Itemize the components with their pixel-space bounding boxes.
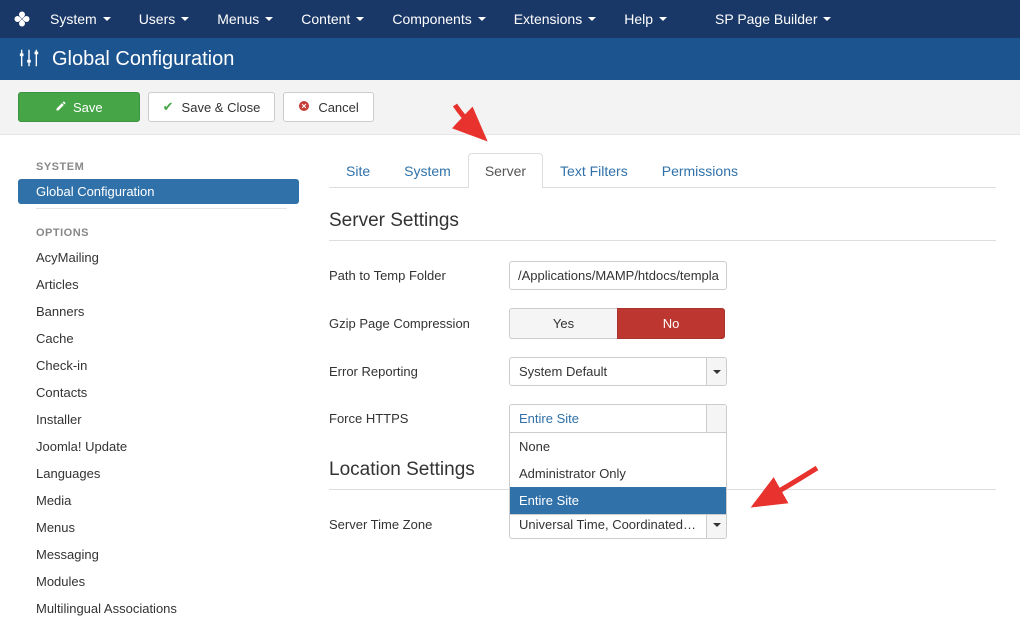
- content-area: SiteSystemServerText FiltersPermissions …: [305, 135, 1020, 643]
- topmenu-item-sp-page-builder[interactable]: SP Page Builder: [701, 0, 845, 38]
- caret-down-icon: [823, 17, 831, 21]
- cancel-button[interactable]: Cancel: [283, 92, 373, 122]
- error-reporting-value: System Default: [510, 358, 706, 385]
- topmenu-item-extensions[interactable]: Extensions: [500, 0, 610, 38]
- check-icon: ✔: [163, 99, 174, 115]
- caret-down-icon: [181, 17, 189, 21]
- sidebar-item-articles[interactable]: Articles: [18, 272, 299, 297]
- topmenu-item-help[interactable]: Help: [610, 0, 681, 38]
- sidebar-item-menus[interactable]: Menus: [18, 515, 299, 540]
- save-close-label: Save & Close: [182, 100, 261, 115]
- caret-down-icon: [588, 17, 596, 21]
- path-tmp-input[interactable]: /Applications/MAMP/htdocs/templa: [509, 261, 727, 290]
- force-https-option-entire-site[interactable]: Entire Site: [510, 487, 726, 514]
- topmenu-item-content[interactable]: Content: [287, 0, 378, 38]
- tab-permissions[interactable]: Permissions: [645, 153, 755, 188]
- caret-down-icon: [478, 17, 486, 21]
- save-label: Save: [73, 100, 103, 115]
- save-button[interactable]: Save: [18, 92, 140, 122]
- sidebar-divider: [36, 208, 287, 209]
- sidebar-item-languages[interactable]: Languages: [18, 461, 299, 486]
- topmenu-item-system[interactable]: System: [36, 0, 125, 38]
- path-tmp-label: Path to Temp Folder: [329, 268, 509, 283]
- sidebar-item-media[interactable]: Media: [18, 488, 299, 513]
- topmenu-item-users[interactable]: Users: [125, 0, 204, 38]
- sidebar-item-messaging[interactable]: Messaging: [18, 542, 299, 567]
- sidebar-heading-options: OPTIONS: [18, 219, 305, 245]
- apply-icon: [55, 100, 67, 115]
- sidebar-item-banners[interactable]: Banners: [18, 299, 299, 324]
- title-bar: Global Configuration: [0, 38, 1020, 80]
- sidebar-item-cache[interactable]: Cache: [18, 326, 299, 351]
- page-title: Global Configuration: [52, 48, 234, 71]
- save-close-button[interactable]: ✔ Save & Close: [148, 92, 276, 122]
- cancel-icon: [298, 100, 310, 115]
- sidebar: SYSTEM Global Configuration OPTIONS AcyM…: [0, 135, 305, 643]
- server-settings-heading: Server Settings: [329, 210, 996, 241]
- sidebar-item-installer[interactable]: Installer: [18, 407, 299, 432]
- gzip-yes[interactable]: Yes: [509, 308, 617, 339]
- force-https-dropdown: NoneAdministrator OnlyEntire Site: [509, 433, 727, 515]
- sidebar-item-acymailing[interactable]: AcyMailing: [18, 245, 299, 270]
- sidebar-item-global-configuration[interactable]: Global Configuration: [18, 179, 299, 204]
- gzip-label: Gzip Page Compression: [329, 316, 509, 331]
- force-https-label: Force HTTPS: [329, 411, 509, 426]
- force-https-value: Entire Site: [510, 405, 706, 432]
- sidebar-item-joomla-update[interactable]: Joomla! Update: [18, 434, 299, 459]
- sidebar-item-check-in[interactable]: Check-in: [18, 353, 299, 378]
- config-tabs: SiteSystemServerText FiltersPermissions: [329, 153, 996, 188]
- caret-down-icon: [265, 17, 273, 21]
- gzip-toggle[interactable]: Yes No: [509, 308, 725, 339]
- tab-server[interactable]: Server: [468, 153, 543, 188]
- sidebar-item-contacts[interactable]: Contacts: [18, 380, 299, 405]
- action-toolbar: Save ✔ Save & Close Cancel: [0, 80, 1020, 135]
- tab-site[interactable]: Site: [329, 153, 387, 188]
- sidebar-item-multilingual-associations[interactable]: Multilingual Associations: [18, 596, 299, 621]
- sliders-icon: [18, 47, 52, 72]
- caret-down-icon: [103, 17, 111, 21]
- top-nav: SystemUsersMenusContentComponentsExtensi…: [0, 0, 1020, 38]
- error-reporting-select[interactable]: System Default: [509, 357, 727, 386]
- cancel-label: Cancel: [318, 100, 358, 115]
- joomla-logo-icon[interactable]: [8, 0, 36, 38]
- error-reporting-label: Error Reporting: [329, 364, 509, 379]
- gzip-no[interactable]: No: [617, 308, 725, 339]
- tab-text-filters[interactable]: Text Filters: [543, 153, 645, 188]
- timezone-label: Server Time Zone: [329, 517, 509, 532]
- timezone-value: Universal Time, Coordinated …: [510, 511, 706, 538]
- topmenu-item-menus[interactable]: Menus: [203, 0, 287, 38]
- chevron-up-icon: [706, 405, 726, 432]
- caret-down-icon: [659, 17, 667, 21]
- sidebar-item-modules[interactable]: Modules: [18, 569, 299, 594]
- chevron-down-icon: [706, 358, 726, 385]
- tab-system[interactable]: System: [387, 153, 468, 188]
- force-https-option-administrator-only[interactable]: Administrator Only: [510, 460, 726, 487]
- chevron-down-icon: [706, 511, 726, 538]
- topmenu-item-components[interactable]: Components: [378, 0, 499, 38]
- force-https-select[interactable]: Entire Site NoneAdministrator OnlyEntire…: [509, 404, 727, 433]
- force-https-option-none[interactable]: None: [510, 433, 726, 460]
- caret-down-icon: [356, 17, 364, 21]
- sidebar-heading-system: SYSTEM: [18, 153, 305, 179]
